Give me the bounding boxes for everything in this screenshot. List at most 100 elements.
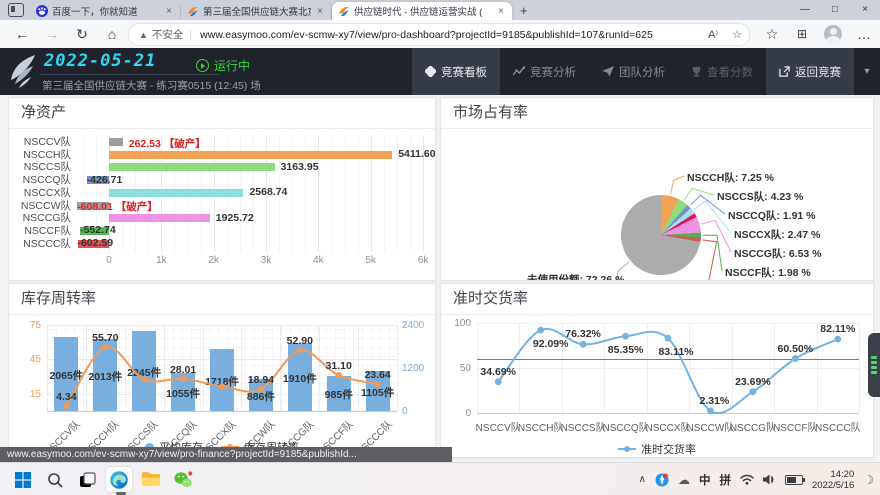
start-button[interactable]: [10, 467, 36, 492]
app-logo: [8, 53, 38, 91]
ime-language-indicator[interactable]: 中: [699, 472, 711, 488]
turnover-value-label: 4.34: [46, 391, 86, 403]
delivery-point[interactable]: [665, 335, 672, 342]
net-assets-bar[interactable]: [109, 214, 210, 222]
category-label: NSCCV队: [9, 136, 71, 148]
nav-item-team[interactable]: 团队分析: [589, 48, 678, 95]
taskbar-search-button[interactable]: [42, 467, 68, 492]
clock-time: 14:20: [812, 469, 854, 480]
url-text[interactable]: www.easymoo.com/ev-scmw-xy7/view/pro-das…: [200, 29, 701, 41]
wifi-icon[interactable]: [740, 474, 754, 485]
window-minimize-button[interactable]: —: [790, 0, 820, 20]
tab-close-icon[interactable]: ×: [496, 6, 506, 17]
net-assets-bar[interactable]: [109, 189, 243, 197]
legend-label: 准时交货率: [641, 441, 696, 457]
night-light-icon[interactable]: ☽: [863, 473, 874, 487]
x-axis-tick: 6k: [413, 255, 433, 266]
new-tab-button[interactable]: +: [512, 3, 536, 20]
nav-item-return[interactable]: 返回竞赛: [766, 48, 854, 95]
security-label[interactable]: 不安全: [152, 27, 184, 42]
delivery-point[interactable]: [537, 327, 544, 334]
bar-value-label: -552.74: [80, 224, 116, 236]
delivery-point[interactable]: [622, 333, 629, 340]
tab-close-icon[interactable]: ×: [164, 6, 174, 17]
panel-inventory-turnover: 库存周转率 1545750120024002065件NSCCV队2013件NSC…: [8, 283, 436, 458]
tray-expand-icon[interactable]: ∧: [639, 474, 646, 485]
tab-close-icon[interactable]: ×: [315, 6, 325, 17]
delivery-point[interactable]: [580, 341, 587, 348]
wechat-button[interactable]: [170, 467, 196, 492]
x-axis-label: NSCCC队: [810, 419, 866, 434]
legend-item-delivery-rate[interactable]: 准时交货率: [618, 441, 696, 457]
bar-count-label: 886件: [239, 389, 283, 404]
nav-more-caret[interactable]: ▾: [854, 48, 880, 95]
turnover-value-label: 52.90: [280, 335, 320, 347]
window-maximize-button[interactable]: □: [820, 0, 850, 20]
file-explorer-button[interactable]: [138, 467, 164, 492]
folder-icon: [141, 471, 161, 488]
panel-title-inventory: 库存周转率: [9, 284, 435, 315]
search-icon: [47, 472, 63, 488]
window-close-button[interactable]: ×: [850, 0, 880, 20]
pie-slice-label: NSCCS队: 4.23 %: [717, 189, 803, 204]
security-warning-icon: ▲: [139, 30, 148, 40]
delivery-point[interactable]: [495, 378, 502, 385]
turnover-value-label: 31.10: [319, 360, 359, 372]
delivery-value-label: 76.32%: [559, 328, 607, 340]
address-bar[interactable]: ▲ 不安全 | www.easymoo.com/ev-scmw-xy7/view…: [128, 23, 750, 46]
read-aloud-icon[interactable]: A⁾: [708, 28, 718, 41]
settings-menu-icon[interactable]: …: [852, 20, 876, 48]
delivery-point[interactable]: [749, 388, 756, 395]
net-assets-bar[interactable]: [109, 163, 275, 171]
browser-tab-3[interactable]: 供应链时代 - 供应链运营实战 (×: [332, 2, 512, 20]
right-axis-tick: 1200: [402, 363, 424, 374]
profile-avatar[interactable]: [824, 25, 842, 43]
legend-marker: [618, 448, 636, 450]
delivery-point[interactable]: [834, 336, 841, 343]
vertical-tabs-icon[interactable]: [8, 3, 24, 17]
favorites-bar-icon[interactable]: ☆: [760, 20, 784, 48]
edge-active-indicator: [116, 492, 126, 495]
delivery-line: [441, 315, 873, 457]
net-assets-bar[interactable]: [109, 151, 392, 159]
antivirus-tray-icon[interactable]: [655, 473, 669, 487]
browser-tab-2[interactable]: 第三届全国供应链大赛北京物资×: [181, 2, 332, 20]
pie[interactable]: [621, 195, 701, 275]
net-assets-bar[interactable]: [109, 138, 123, 146]
taskbar-clock[interactable]: 14:20 2022/5/16: [812, 469, 854, 491]
grid-line: [477, 413, 859, 414]
back-icon[interactable]: ←: [10, 20, 34, 48]
browser-tab-1[interactable]: 百度一下，你就知道×: [30, 2, 181, 20]
market-share-chart[interactable]: NSCCH队: 7.25 %NSCCS队: 4.23 %NSCCQ队: 1.91…: [441, 129, 873, 280]
bar-count-label: 2065件: [44, 368, 88, 383]
nav-item-label: 竞赛分析: [530, 64, 576, 80]
bar-value-label: -608.01 【破产】: [77, 199, 158, 214]
bar-value-label: -602.59: [77, 237, 113, 249]
nav-item-label: 查看分数: [707, 64, 753, 80]
favorite-star-icon[interactable]: ☆: [732, 28, 742, 41]
volume-icon[interactable]: [763, 474, 776, 485]
ime-mode-indicator[interactable]: 拼: [719, 472, 731, 488]
collections-icon[interactable]: ⊞: [790, 20, 814, 48]
nav-item-analysis[interactable]: 竞赛分析: [500, 48, 589, 95]
task-view-button[interactable]: [74, 467, 100, 492]
browser-toolbar: ← → ↻ ⌂ ▲ 不安全 | www.easymoo.com/ev-scmw-…: [0, 20, 880, 49]
left-axis-tick: 75: [17, 320, 41, 331]
delivery-rate-chart[interactable]: 05010034.69%NSCCV队92.09%NSCCH队76.32%NSCC…: [441, 315, 873, 457]
bar-count-label: 2013件: [83, 369, 127, 384]
panel-title-net-assets: 净资产: [9, 98, 435, 129]
net-assets-chart[interactable]: 01k2k3k4k5k6kNSCCV队262.53 【破产】NSCCH队5411…: [9, 129, 435, 280]
forward-icon[interactable]: →: [40, 20, 64, 48]
home-icon[interactable]: ⌂: [100, 20, 124, 48]
battery-icon[interactable]: [785, 475, 803, 485]
inventory-turnover-chart[interactable]: 1545750120024002065件NSCCV队2013件NSCCH队224…: [9, 315, 435, 457]
nav-item-dashboard[interactable]: 竞赛看板: [412, 48, 500, 95]
grid-line: [859, 323, 860, 413]
taskbar-edge-button[interactable]: [106, 467, 132, 492]
cloud-tray-icon[interactable]: ☁: [678, 473, 690, 487]
refresh-icon[interactable]: ↻: [70, 20, 94, 48]
game-date: 2022-05-21: [44, 51, 156, 71]
floating-widget[interactable]: [868, 333, 880, 397]
delivery-value-label: 60.50%: [771, 343, 819, 355]
dashboard-content: 净资产 01k2k3k4k5k6kNSCCV队262.53 【破产】NSCCH队…: [0, 95, 880, 462]
